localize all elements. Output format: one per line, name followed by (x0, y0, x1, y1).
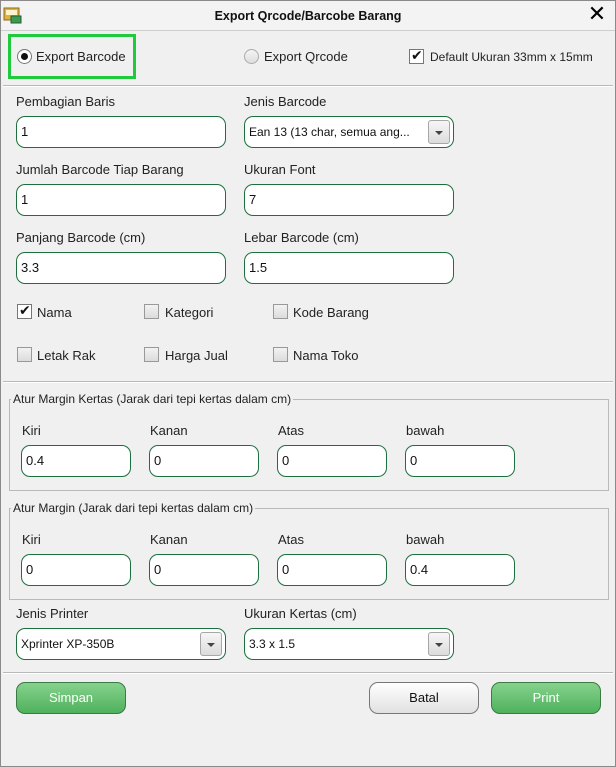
jumlah-barcode-input[interactable]: 1 (16, 184, 226, 216)
nama-label[interactable]: Nama (37, 305, 72, 320)
pembagian-baris-label: Pembagian Baris (16, 94, 115, 109)
export-barcode-label[interactable]: Export Barcode (36, 49, 126, 64)
simpan-button[interactable]: Simpan (16, 682, 126, 714)
harga-jual-label[interactable]: Harga Jual (165, 348, 228, 363)
margin-bawah-input[interactable]: 0.4 (405, 554, 515, 586)
letak-rak-checkbox[interactable] (17, 347, 32, 362)
title-bar: Export Qrcode/Barcobe Barang ✕ (1, 1, 615, 31)
kode-barang-label[interactable]: Kode Barang (293, 305, 369, 320)
close-icon[interactable]: ✕ (585, 3, 609, 27)
ukuran-kertas-select[interactable]: 3.3 x 1.5 (244, 628, 454, 660)
default-size-checkbox[interactable]: ✔ (409, 47, 424, 64)
margin-atas-input[interactable]: 0 (277, 554, 387, 586)
margin-kertas-bawah-input[interactable]: 0 (405, 445, 515, 477)
checkmark-icon: ✔ (411, 47, 423, 63)
margin-kertas-kiri-label: Kiri (22, 423, 41, 438)
ukuran-kertas-label: Ukuran Kertas (cm) (244, 606, 357, 621)
chevron-down-icon[interactable] (200, 632, 222, 656)
jenis-printer-value: Xprinter XP-350B (21, 637, 115, 651)
export-dialog: Export Qrcode/Barcobe Barang ✕ Export Ba… (0, 0, 616, 767)
export-qrcode-radio[interactable] (244, 49, 259, 64)
lebar-barcode-label: Lebar Barcode (cm) (244, 230, 359, 245)
lebar-barcode-input[interactable]: 1.5 (244, 252, 454, 284)
panjang-barcode-label: Panjang Barcode (cm) (16, 230, 146, 245)
divider (3, 672, 613, 674)
margin-bawah-label: bawah (406, 532, 445, 547)
divider (3, 85, 613, 87)
chevron-down-icon[interactable] (428, 120, 450, 144)
kategori-label[interactable]: Kategori (165, 305, 213, 320)
margin-atas-label: Atas (278, 532, 305, 547)
margin-kertas-kanan-input[interactable]: 0 (149, 445, 259, 477)
ukuran-font-input[interactable]: 7 (244, 184, 454, 216)
letak-rak-label[interactable]: Letak Rak (37, 348, 96, 363)
margin-kertas-atas-input[interactable]: 0 (277, 445, 387, 477)
margin-kanan-input[interactable]: 0 (149, 554, 259, 586)
nama-toko-checkbox[interactable] (273, 347, 288, 362)
jenis-barcode-value: Ean 13 (13 char, semua ang... (249, 125, 410, 139)
export-barcode-radio[interactable] (17, 49, 32, 64)
panjang-barcode-input[interactable]: 3.3 (16, 252, 226, 284)
margin-kiri-label: Kiri (22, 532, 41, 547)
ukuran-font-label: Ukuran Font (244, 162, 316, 177)
batal-button[interactable]: Batal (369, 682, 479, 714)
radio-selected-dot (21, 53, 28, 60)
pembagian-baris-input[interactable]: 1 (16, 116, 226, 148)
jenis-printer-select[interactable]: Xprinter XP-350B (16, 628, 226, 660)
kode-barang-checkbox[interactable] (273, 304, 288, 319)
margin-kiri-input[interactable]: 0 (21, 554, 131, 586)
export-qrcode-label[interactable]: Export Qrcode (264, 49, 348, 64)
kategori-checkbox[interactable] (144, 304, 159, 319)
jenis-printer-label: Jenis Printer (16, 606, 89, 621)
nama-checkbox[interactable]: ✔ (17, 302, 32, 319)
chevron-down-icon[interactable] (428, 632, 450, 656)
margin-kertas-bawah-label: bawah (406, 423, 445, 438)
jenis-barcode-label: Jenis Barcode (244, 94, 327, 109)
margin-kertas-atas-label: Atas (278, 423, 305, 438)
default-size-label[interactable]: Default Ukuran 33mm x 15mm (430, 50, 593, 64)
margin-kertas-kanan-label: Kanan (150, 423, 188, 438)
divider (3, 381, 613, 383)
harga-jual-checkbox[interactable] (144, 347, 159, 362)
checkmark-icon: ✔ (19, 302, 31, 318)
jenis-barcode-select[interactable]: Ean 13 (13 char, semua ang... (244, 116, 454, 148)
margin-kertas-kiri-input[interactable]: 0.4 (21, 445, 131, 477)
nama-toko-label[interactable]: Nama Toko (293, 348, 359, 363)
jumlah-barcode-label: Jumlah Barcode Tiap Barang (16, 162, 184, 177)
margin-kanan-label: Kanan (150, 532, 188, 547)
print-button[interactable]: Print (491, 682, 601, 714)
window-title: Export Qrcode/Barcobe Barang (214, 9, 402, 23)
margin-title: Atur Margin (Jarak dari tepi kertas dala… (11, 501, 256, 515)
ukuran-kertas-value: 3.3 x 1.5 (249, 637, 296, 651)
margin-kertas-title: Atur Margin Kertas (Jarak dari tepi kert… (11, 392, 294, 406)
